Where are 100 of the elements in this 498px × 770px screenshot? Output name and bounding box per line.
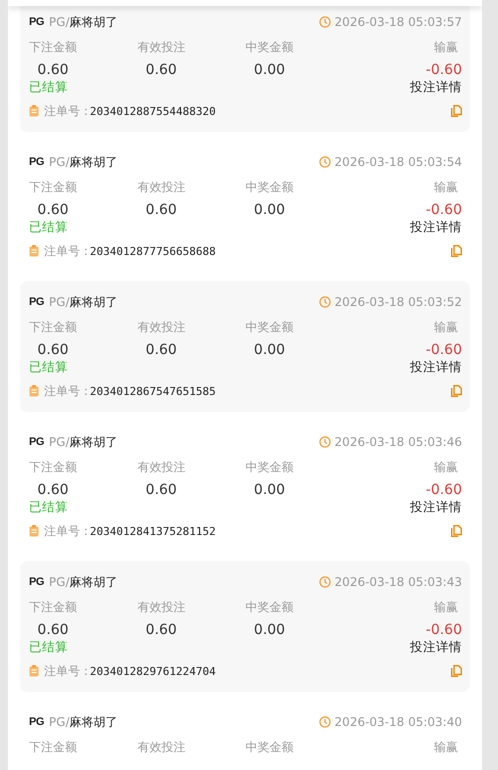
bet-details-link[interactable]: 投注详情 — [410, 639, 462, 655]
column-label: 有效投注 — [137, 599, 186, 615]
amount-value: 0.60 — [144, 621, 178, 639]
amount-value: 0.00 — [252, 481, 286, 499]
amount-value: 0.60 — [36, 341, 70, 359]
column-label: 中奖金额 — [246, 39, 294, 55]
game-name: 麻将胡了 — [69, 434, 118, 450]
column-label: 输赢 — [434, 319, 458, 335]
amount-value: 0.00 — [252, 621, 286, 639]
clock-icon — [318, 156, 331, 168]
provider-name: PG/ — [48, 15, 70, 29]
order-label: 注单号 : — [44, 382, 88, 400]
amount-value: 0.60 — [36, 201, 70, 219]
provider-logo: PG — [29, 576, 44, 588]
column-label: 有效投注 — [137, 459, 186, 475]
order-label: 注单号 : — [44, 522, 88, 540]
clipboard-icon — [29, 245, 39, 257]
copy-icon[interactable] — [451, 665, 462, 677]
amount-value: 0.60 — [144, 201, 178, 219]
copy-icon[interactable] — [451, 525, 462, 537]
amount-value: 0.00 — [252, 201, 286, 219]
order-number: 2034012829761224704 — [90, 664, 216, 678]
game-name: 麻将胡了 — [69, 294, 118, 310]
status-text: 已结算 — [29, 79, 68, 95]
column-label: 中奖金额 — [246, 459, 294, 475]
bet-time: 2026-03-18 05:03:52 — [334, 295, 462, 309]
provider-logo: PG — [29, 16, 44, 28]
column-label: 中奖金额 — [246, 739, 294, 755]
column-label: 下注金额 — [29, 459, 77, 475]
clock-icon — [318, 436, 331, 448]
column-label: 有效投注 — [137, 179, 186, 195]
bet-time: 2026-03-18 05:03:54 — [334, 155, 462, 169]
order-label: 注单号 : — [44, 242, 88, 260]
bet-time: 2026-03-18 05:03:57 — [334, 15, 462, 29]
provider-logo: PG — [29, 436, 44, 448]
amount-value: 0.60 — [36, 481, 70, 499]
column-label: 下注金额 — [29, 39, 77, 55]
status-text: 已结算 — [29, 639, 68, 655]
game-name: 麻将胡了 — [69, 154, 118, 170]
bet-details-link[interactable]: 投注详情 — [410, 359, 462, 375]
clipboard-icon — [29, 385, 39, 397]
order-number: 2034012887554488320 — [90, 104, 216, 118]
order-label: 注单号 : — [44, 102, 88, 120]
column-label: 中奖金额 — [246, 599, 294, 615]
amount-value: 0.60 — [144, 341, 178, 359]
provider-name: PG/ — [48, 575, 70, 589]
game-name: 麻将胡了 — [69, 714, 118, 730]
column-label: 输赢 — [434, 39, 458, 55]
clock-icon — [318, 576, 331, 588]
clock-icon — [318, 716, 331, 728]
column-label: 下注金额 — [29, 179, 77, 195]
amount-value: -0.60 — [426, 201, 462, 219]
column-label: 输赢 — [434, 179, 458, 195]
game-name: 麻将胡了 — [69, 574, 118, 590]
order-number: 2034012877756658688 — [90, 244, 216, 258]
amount-value: 0.60 — [144, 481, 178, 499]
amount-value: -0.60 — [426, 621, 462, 639]
order-number: 2034012867547651585 — [90, 384, 216, 398]
provider-name: PG/ — [48, 715, 70, 729]
provider-name: PG/ — [48, 295, 70, 309]
copy-icon[interactable] — [451, 385, 462, 397]
amount-value: 0.00 — [252, 61, 286, 79]
column-label: 下注金额 — [29, 739, 77, 755]
column-label: 有效投注 — [137, 319, 186, 335]
bet-time: 2026-03-18 05:03:40 — [334, 715, 462, 729]
order-label: 注单号 : — [44, 662, 88, 680]
column-label: 有效投注 — [137, 739, 186, 755]
provider-name: PG/ — [48, 155, 70, 169]
game-name: 麻将胡了 — [69, 14, 118, 30]
column-label: 下注金额 — [29, 319, 77, 335]
amount-value: -0.60 — [426, 341, 462, 359]
provider-logo: PG — [29, 156, 44, 168]
clock-icon — [318, 296, 331, 308]
amount-value: -0.60 — [426, 481, 462, 499]
column-label: 输赢 — [434, 599, 458, 615]
column-label: 中奖金额 — [246, 319, 294, 335]
clipboard-icon — [29, 105, 39, 117]
bet-time: 2026-03-18 05:03:43 — [334, 575, 462, 589]
provider-logo: PG — [29, 296, 44, 308]
status-text: 已结算 — [29, 359, 68, 375]
copy-icon[interactable] — [451, 105, 462, 117]
provider-logo: PG — [29, 716, 44, 728]
bet-details-link[interactable]: 投注详情 — [410, 499, 462, 515]
amount-value: 0.60 — [36, 61, 70, 79]
order-number: 2034012841375281152 — [90, 524, 216, 538]
amount-value: -0.60 — [426, 61, 462, 79]
clipboard-icon — [29, 665, 39, 677]
clipboard-icon — [29, 525, 39, 537]
bet-details-link[interactable]: 投注详情 — [410, 79, 462, 95]
bet-time: 2026-03-18 05:03:46 — [334, 435, 462, 449]
amount-value: 0.60 — [36, 621, 70, 639]
bet-details-link[interactable]: 投注详情 — [410, 219, 462, 235]
column-label: 输赢 — [434, 739, 458, 755]
column-label: 有效投注 — [137, 39, 186, 55]
status-text: 已结算 — [29, 219, 68, 235]
column-label: 下注金额 — [29, 599, 77, 615]
column-label: 中奖金额 — [246, 179, 294, 195]
column-label: 输赢 — [434, 459, 458, 475]
provider-name: PG/ — [48, 435, 70, 449]
copy-icon[interactable] — [451, 245, 462, 257]
